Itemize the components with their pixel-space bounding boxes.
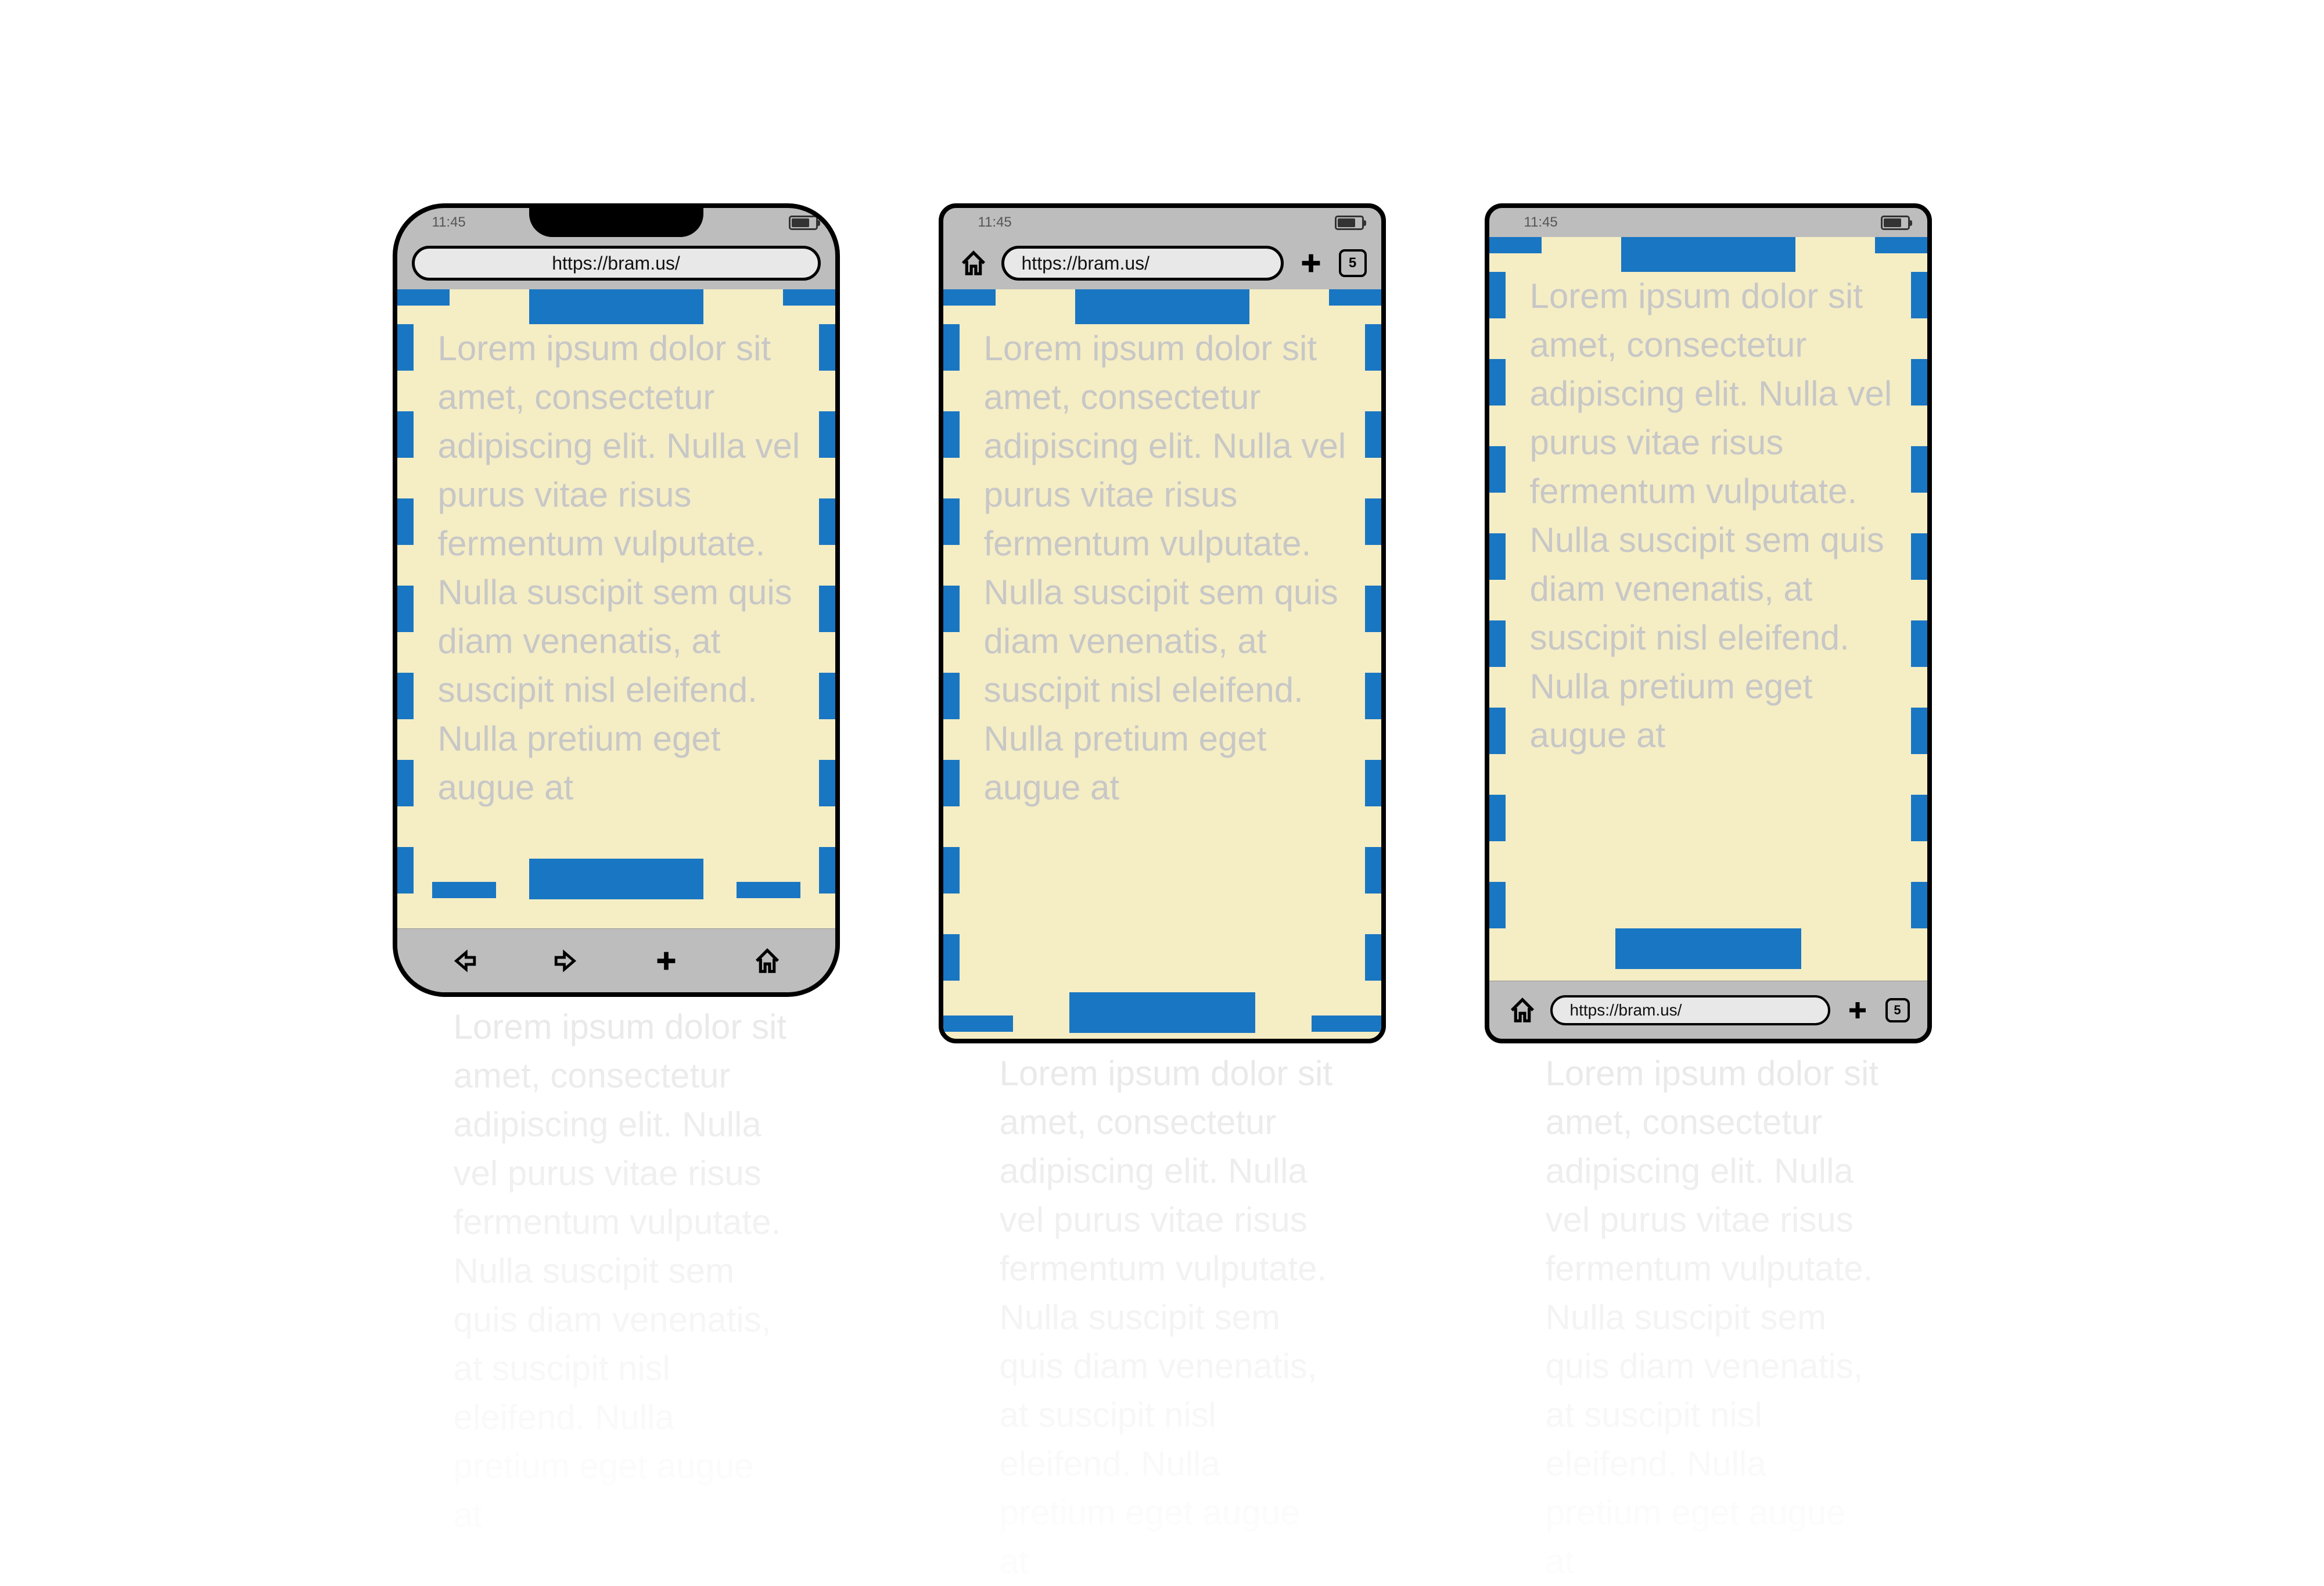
device-frame: 11:45 Lorem ipsum dolor sit amet, c xyxy=(1485,203,1932,1043)
tab-switcher-button[interactable]: 5 xyxy=(1885,998,1910,1022)
home-icon[interactable] xyxy=(1507,994,1539,1026)
back-icon[interactable] xyxy=(449,945,481,977)
tab-count-value: 5 xyxy=(1349,255,1356,271)
phone-mockup-b: 11:45 https://bram.us/ 5 xyxy=(939,203,1386,1586)
body-text: Lorem ipsum dolor sit amet, consectetur … xyxy=(397,289,835,847)
overflow-ghost-text: Lorem ipsum dolor sit amet, consectetur … xyxy=(413,1003,820,1540)
body-text: Lorem ipsum dolor sit amet, consectetur … xyxy=(943,289,1381,847)
new-tab-icon[interactable] xyxy=(651,945,683,977)
body-text: Lorem ipsum dolor sit amet, consectetur … xyxy=(1489,237,1927,795)
new-tab-icon[interactable] xyxy=(1295,247,1327,279)
fixed-bottom-element xyxy=(529,859,703,899)
tab-count-value: 5 xyxy=(1894,1003,1901,1018)
status-bar: 11:45 xyxy=(943,208,1381,237)
home-icon[interactable] xyxy=(958,247,990,279)
battery-icon xyxy=(789,216,818,230)
top-browser-chrome: https://bram.us/ 5 xyxy=(943,237,1381,289)
status-time: 11:45 xyxy=(1524,214,1558,231)
home-icon[interactable] xyxy=(751,945,783,977)
bottom-browser-chrome: https://bram.us/ 5 xyxy=(1489,981,1927,1039)
webpage-viewport: Lorem ipsum dolor sit amet, consectetur … xyxy=(397,289,835,928)
fixed-top-element xyxy=(1075,289,1249,324)
device-notch xyxy=(529,208,703,237)
fixed-top-element xyxy=(1621,237,1795,272)
address-bar-text: https://bram.us/ xyxy=(1022,253,1150,274)
fixed-bottom-element xyxy=(1069,992,1255,1033)
phone-mockup-c: 11:45 Lorem ipsum dolor sit amet, c xyxy=(1485,203,1932,1586)
webpage-viewport: Lorem ipsum dolor sit amet, consectetur … xyxy=(943,289,1381,1039)
status-time: 11:45 xyxy=(978,214,1012,231)
phone-mockup-a: 11:45 https://bram.us/ xyxy=(393,203,840,1540)
device-frame: 11:45 https://bram.us/ 5 xyxy=(939,203,1386,1043)
address-bar[interactable]: https://bram.us/ xyxy=(1001,246,1284,281)
status-bar: 11:45 xyxy=(1489,208,1927,237)
address-bar-text: https://bram.us/ xyxy=(1570,1001,1682,1020)
overflow-ghost-text: Lorem ipsum dolor sit amet, consectetur … xyxy=(1505,1049,1912,1586)
status-time: 11:45 xyxy=(432,214,466,231)
battery-icon xyxy=(1335,216,1364,230)
overflow-ghost-text: Lorem ipsum dolor sit amet, consectetur … xyxy=(959,1049,1366,1586)
tab-switcher-button[interactable]: 5 xyxy=(1339,249,1367,277)
bottom-browser-chrome xyxy=(397,928,835,992)
new-tab-icon[interactable] xyxy=(1842,994,1874,1026)
fixed-bottom-element xyxy=(1615,928,1801,969)
top-browser-chrome: https://bram.us/ xyxy=(397,237,835,289)
fixed-top-element xyxy=(529,289,703,324)
address-bar[interactable]: https://bram.us/ xyxy=(412,246,821,281)
device-frame: 11:45 https://bram.us/ xyxy=(393,203,840,997)
forward-icon[interactable] xyxy=(549,945,581,977)
address-bar-text: https://bram.us/ xyxy=(552,253,680,274)
address-bar[interactable]: https://bram.us/ xyxy=(1550,995,1830,1025)
battery-icon xyxy=(1881,216,1910,230)
webpage-viewport: Lorem ipsum dolor sit amet, consectetur … xyxy=(1489,237,1927,981)
